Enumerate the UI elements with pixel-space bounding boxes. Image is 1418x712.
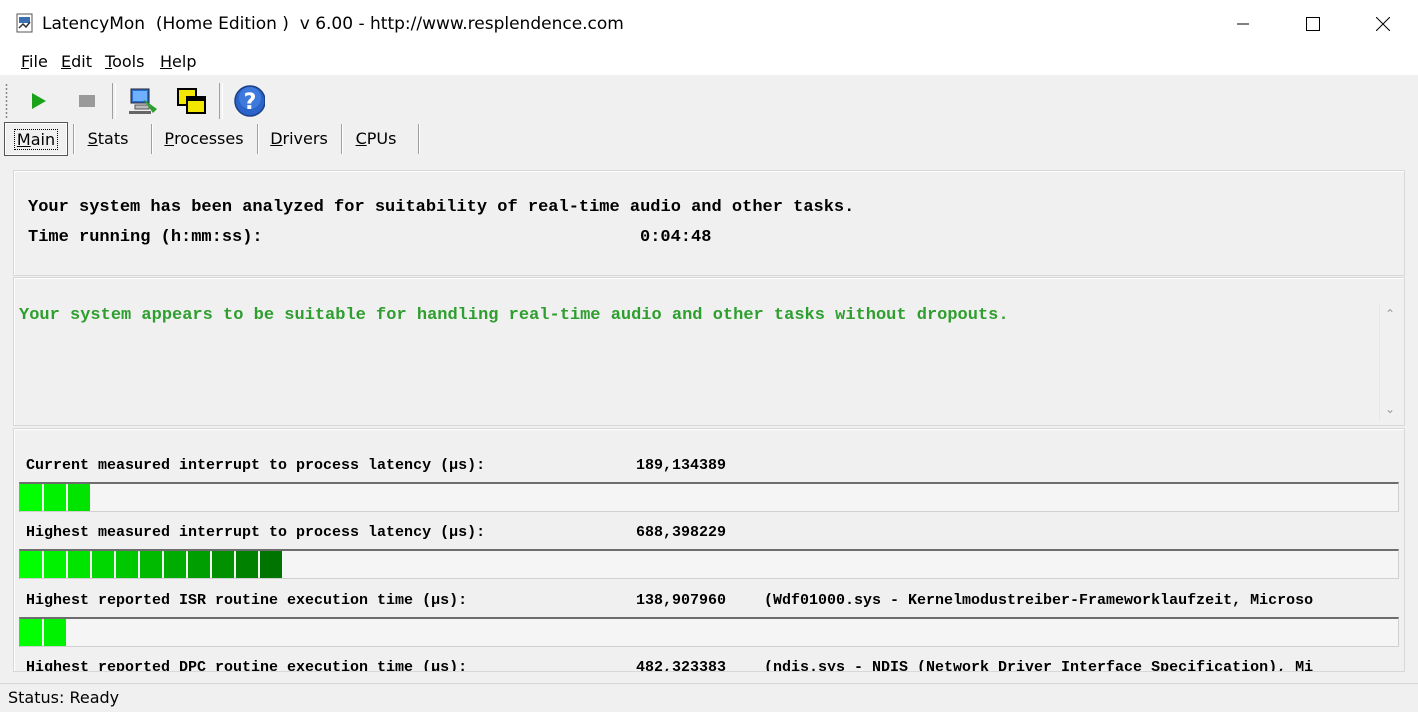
close-button[interactable] [1348, 0, 1418, 47]
verdict-panel: Your system appears to be suitable for h… [13, 277, 1405, 426]
help-button[interactable]: ? [233, 85, 265, 117]
stop-icon [79, 95, 95, 107]
toolbar-separator [219, 83, 223, 119]
tab-stats[interactable]: Stats [76, 122, 140, 154]
latencymon-app-icon [15, 13, 35, 33]
metric-value: 688,398229 [636, 524, 727, 541]
status-text: Status: Ready [8, 688, 120, 707]
tab-main[interactable]: Main [4, 122, 68, 156]
meter-segment [260, 551, 282, 578]
meter-segment [68, 484, 90, 511]
menu-tools[interactable]: Tools [105, 52, 144, 71]
menu-edit[interactable]: Edit [61, 52, 92, 71]
meter-segment [92, 551, 114, 578]
latency-meter [19, 482, 1399, 512]
close-icon [1376, 16, 1390, 31]
tab-separator [73, 124, 75, 154]
metric-value: 189,134389 [636, 457, 727, 474]
time-running-value: 0:04:48 [640, 228, 712, 247]
latency-meter [19, 617, 1399, 647]
metric-label: Current measured interrupt to process la… [26, 457, 486, 474]
verdict-scrollbar[interactable]: ⌃ ⌄ [1379, 305, 1401, 420]
metric-label: Highest measured interrupt to process la… [26, 524, 486, 541]
meter-segment [212, 551, 234, 578]
maximize-button[interactable] [1278, 0, 1348, 47]
maximize-icon [1306, 16, 1320, 31]
summary-panel: Your system has been analyzed for suitab… [13, 170, 1405, 276]
metric-label: Highest reported ISR routine execution t… [26, 592, 468, 609]
meter-segment [140, 551, 162, 578]
metrics-panel: Current measured interrupt to process la… [13, 428, 1405, 672]
svg-text:?: ? [244, 90, 257, 115]
latency-meter [19, 549, 1399, 579]
meter-segment [164, 551, 186, 578]
play-icon [32, 93, 46, 109]
meter-segment [44, 551, 66, 578]
analyze-icon [129, 88, 157, 114]
tab-separator [418, 124, 420, 154]
meter-segment [44, 484, 66, 511]
tab-processes[interactable]: Processes [154, 122, 254, 154]
metric-driver-info: (Wdf01000.sys - Kernelmodustreiber-Frame… [764, 592, 1314, 609]
meter-segment [20, 619, 42, 646]
toolbar: ? [0, 77, 1418, 123]
analyze-button[interactable] [127, 85, 159, 117]
help-icon: ? [234, 85, 265, 117]
status-bar: Status: Ready [0, 683, 1418, 712]
menu-bar: File Edit Tools Help [0, 47, 1418, 75]
minimize-icon [1237, 23, 1249, 24]
stop-monitoring-button[interactable] [70, 85, 102, 117]
meter-segment [20, 551, 42, 578]
tab-strip: Main Stats Processes Drivers C PUs [0, 122, 1418, 156]
menu-file[interactable]: File [21, 52, 48, 71]
meter-segment [236, 551, 258, 578]
tab-separator [151, 124, 153, 154]
time-running-label: Time running (h:mm:ss): [28, 228, 263, 247]
tab-cpus[interactable]: C PUs [344, 122, 408, 154]
metric-driver-info: (ndis.sys - NDIS (Network Driver Interfa… [764, 659, 1314, 672]
start-monitoring-button[interactable] [22, 85, 54, 117]
scroll-up-icon[interactable]: ⌃ [1385, 307, 1395, 321]
tab-separator [257, 124, 259, 154]
tab-separator [341, 124, 343, 154]
meter-segment [188, 551, 210, 578]
metric-value: 482,323383 [636, 659, 727, 672]
metric-label: Highest reported DPC routine execution t… [26, 659, 468, 672]
windows-icon [177, 88, 206, 114]
windows-button[interactable] [176, 85, 208, 117]
analyzed-text: Your system has been analyzed for suitab… [28, 198, 855, 217]
menu-help[interactable]: Help [160, 52, 196, 71]
meter-segment [44, 619, 66, 646]
metric-value: 138,907960 [636, 592, 727, 609]
meter-segment [116, 551, 138, 578]
title-bar: LatencyMon (Home Edition ) v 6.00 - http… [0, 0, 1418, 47]
tab-drivers[interactable]: Drivers [260, 122, 338, 154]
toolbar-separator [112, 83, 116, 119]
verdict-message: Your system appears to be suitable for h… [19, 306, 1009, 325]
window-title: LatencyMon (Home Edition ) v 6.00 - http… [42, 14, 624, 34]
meter-segment [68, 551, 90, 578]
meter-segment [20, 484, 42, 511]
minimize-button[interactable] [1208, 0, 1278, 47]
scroll-down-icon[interactable]: ⌄ [1385, 402, 1395, 416]
toolbar-grip[interactable] [5, 83, 8, 119]
